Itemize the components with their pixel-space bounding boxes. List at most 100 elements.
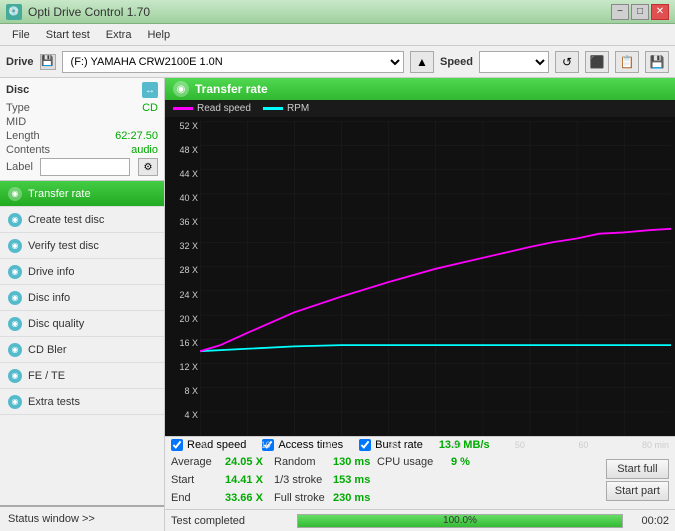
minimize-button[interactable]: −: [611, 4, 629, 20]
nav-fe-te[interactable]: ◉ FE / TE: [0, 363, 164, 389]
y-label-52: 52 X: [169, 121, 198, 131]
nav-create-test-disc[interactable]: ◉ Create test disc: [0, 207, 164, 233]
disc-quality-icon: ◉: [8, 317, 22, 331]
y-label-40: 40 X: [169, 193, 198, 203]
refresh-icon: ↺: [562, 55, 572, 69]
status-text: Test completed: [171, 515, 291, 527]
status-window-label: Status window >>: [8, 513, 95, 525]
chart-title: Transfer rate: [195, 82, 268, 96]
menu-extra[interactable]: Extra: [98, 27, 140, 43]
time-text: 00:02: [629, 515, 669, 527]
full-stroke-label: Full stroke: [274, 492, 329, 504]
y-label-32: 32 X: [169, 241, 198, 251]
third-stroke-label: 1/3 stroke: [274, 474, 329, 486]
menu-file[interactable]: File: [4, 27, 38, 43]
refresh-button[interactable]: ↺: [555, 51, 579, 73]
disc-section: Disc ↔ Type CD MID Length 62:27.50 Conte…: [0, 78, 164, 181]
disc-arrow-button[interactable]: ↔: [142, 82, 158, 98]
bottom-bar: Test completed 100.0% 00:02: [165, 509, 675, 531]
nav-drive-info-label: Drive info: [28, 266, 74, 278]
read-speed-checkbox[interactable]: [171, 439, 183, 451]
label-input[interactable]: [40, 158, 130, 176]
nav-disc-quality[interactable]: ◉ Disc quality: [0, 311, 164, 337]
y-axis: 52 X 48 X 44 X 40 X 36 X 32 X 28 X 24 X …: [165, 117, 200, 436]
legend-rpm: RPM: [263, 103, 309, 114]
nav-drive-info[interactable]: ◉ Drive info: [0, 259, 164, 285]
nav-extra-tests-label: Extra tests: [28, 396, 80, 408]
stats-and-buttons: Average 24.05 X Random 130 ms CPU usage …: [171, 453, 669, 507]
disc-info-icon: ◉: [8, 291, 22, 305]
drive-bar: Drive 💾 (F:) YAMAHA CRW2100E 1.0N ▲ Spee…: [0, 46, 675, 78]
nav-verify-test-disc-label: Verify test disc: [28, 240, 99, 252]
x-axis: 0 10 20 30 40 50 60 80 min: [200, 440, 671, 450]
menu-start-test[interactable]: Start test: [38, 27, 98, 43]
eject-icon: ▲: [416, 55, 428, 69]
maximize-button[interactable]: □: [631, 4, 649, 20]
action-buttons: Start full Start part: [606, 453, 669, 507]
disc-mid-row: MID: [6, 116, 158, 128]
disc-length-label: Length: [6, 130, 40, 142]
nav-disc-info-label: Disc info: [28, 292, 70, 304]
app-icon: 💿: [6, 4, 22, 20]
nav-disc-info[interactable]: ◉ Disc info: [0, 285, 164, 311]
eject-button[interactable]: ▲: [410, 51, 434, 73]
save-button[interactable]: 💾: [645, 51, 669, 73]
start-value: 14.41 X: [225, 474, 270, 486]
disc-label-key: Label: [6, 161, 33, 173]
progress-text: 100.0%: [298, 515, 622, 527]
disc-type-value: CD: [142, 102, 158, 114]
x-label-60: 60: [578, 440, 588, 450]
disc-type-label: Type: [6, 102, 30, 114]
disc-header: Disc ↔: [6, 82, 158, 98]
nav-fe-te-label: FE / TE: [28, 370, 65, 382]
x-label-30: 30: [388, 440, 398, 450]
chart-svg: [200, 121, 671, 436]
x-label-80: 80 min: [642, 440, 669, 450]
disc-contents-value: audio: [131, 144, 158, 156]
copy-button[interactable]: 📋: [615, 51, 639, 73]
right-panel: ◉ Transfer rate Read speed RPM 52 X 48 X…: [165, 78, 675, 531]
nav-verify-test-disc[interactable]: ◉ Verify test disc: [0, 233, 164, 259]
menu-bar: File Start test Extra Help: [0, 24, 675, 46]
disc-length-row: Length 62:27.50: [6, 130, 158, 142]
random-label: Random: [274, 456, 329, 468]
nav-transfer-rate[interactable]: ◉ Transfer rate: [0, 181, 164, 207]
status-window-button[interactable]: Status window >>: [0, 505, 164, 531]
title-bar: 💿 Opti Drive Control 1.70 − □ ✕: [0, 0, 675, 24]
legend-read-speed: Read speed: [173, 103, 251, 114]
drive-info-icon: ◉: [8, 265, 22, 279]
y-label-48: 48 X: [169, 145, 198, 155]
speed-select[interactable]: [479, 51, 549, 73]
nav-extra-tests[interactable]: ◉ Extra tests: [0, 389, 164, 415]
legend-rpm-label: RPM: [287, 103, 309, 114]
eraser-button[interactable]: ⬛: [585, 51, 609, 73]
label-edit-button[interactable]: ⚙: [138, 158, 158, 176]
cpu-label: CPU usage: [377, 456, 447, 468]
full-stroke-value: 230 ms: [333, 492, 373, 504]
x-label-10: 10: [261, 440, 271, 450]
cd-bler-icon: ◉: [8, 343, 22, 357]
chart-legend: Read speed RPM: [165, 100, 675, 117]
gear-icon: ⚙: [144, 162, 153, 173]
third-stroke-value: 153 ms: [333, 474, 373, 486]
y-label-20: 20 X: [169, 314, 198, 324]
start-full-button[interactable]: Start full: [606, 459, 669, 479]
title-bar-left: 💿 Opti Drive Control 1.70: [6, 4, 150, 20]
end-label: End: [171, 492, 221, 504]
stats-row-2: Start 14.41 X 1/3 stroke 153 ms: [171, 471, 600, 489]
title-controls: − □ ✕: [611, 4, 669, 20]
drive-select[interactable]: (F:) YAMAHA CRW2100E 1.0N: [62, 51, 404, 73]
eraser-icon: ⬛: [590, 55, 605, 69]
y-label-28: 28 X: [169, 265, 198, 275]
progress-bar: 100.0%: [297, 514, 623, 528]
nav-menu: ◉ Transfer rate ◉ Create test disc ◉ Ver…: [0, 181, 164, 505]
menu-help[interactable]: Help: [139, 27, 178, 43]
nav-cd-bler[interactable]: ◉ CD Bler: [0, 337, 164, 363]
close-button[interactable]: ✕: [651, 4, 669, 20]
legend-read-speed-label: Read speed: [197, 103, 251, 114]
disc-type-row: Type CD: [6, 102, 158, 114]
chart-header-icon: ◉: [173, 81, 189, 97]
create-disc-icon: ◉: [8, 213, 22, 227]
start-part-button[interactable]: Start part: [606, 481, 669, 501]
stats-row-3: End 33.66 X Full stroke 230 ms: [171, 489, 600, 507]
